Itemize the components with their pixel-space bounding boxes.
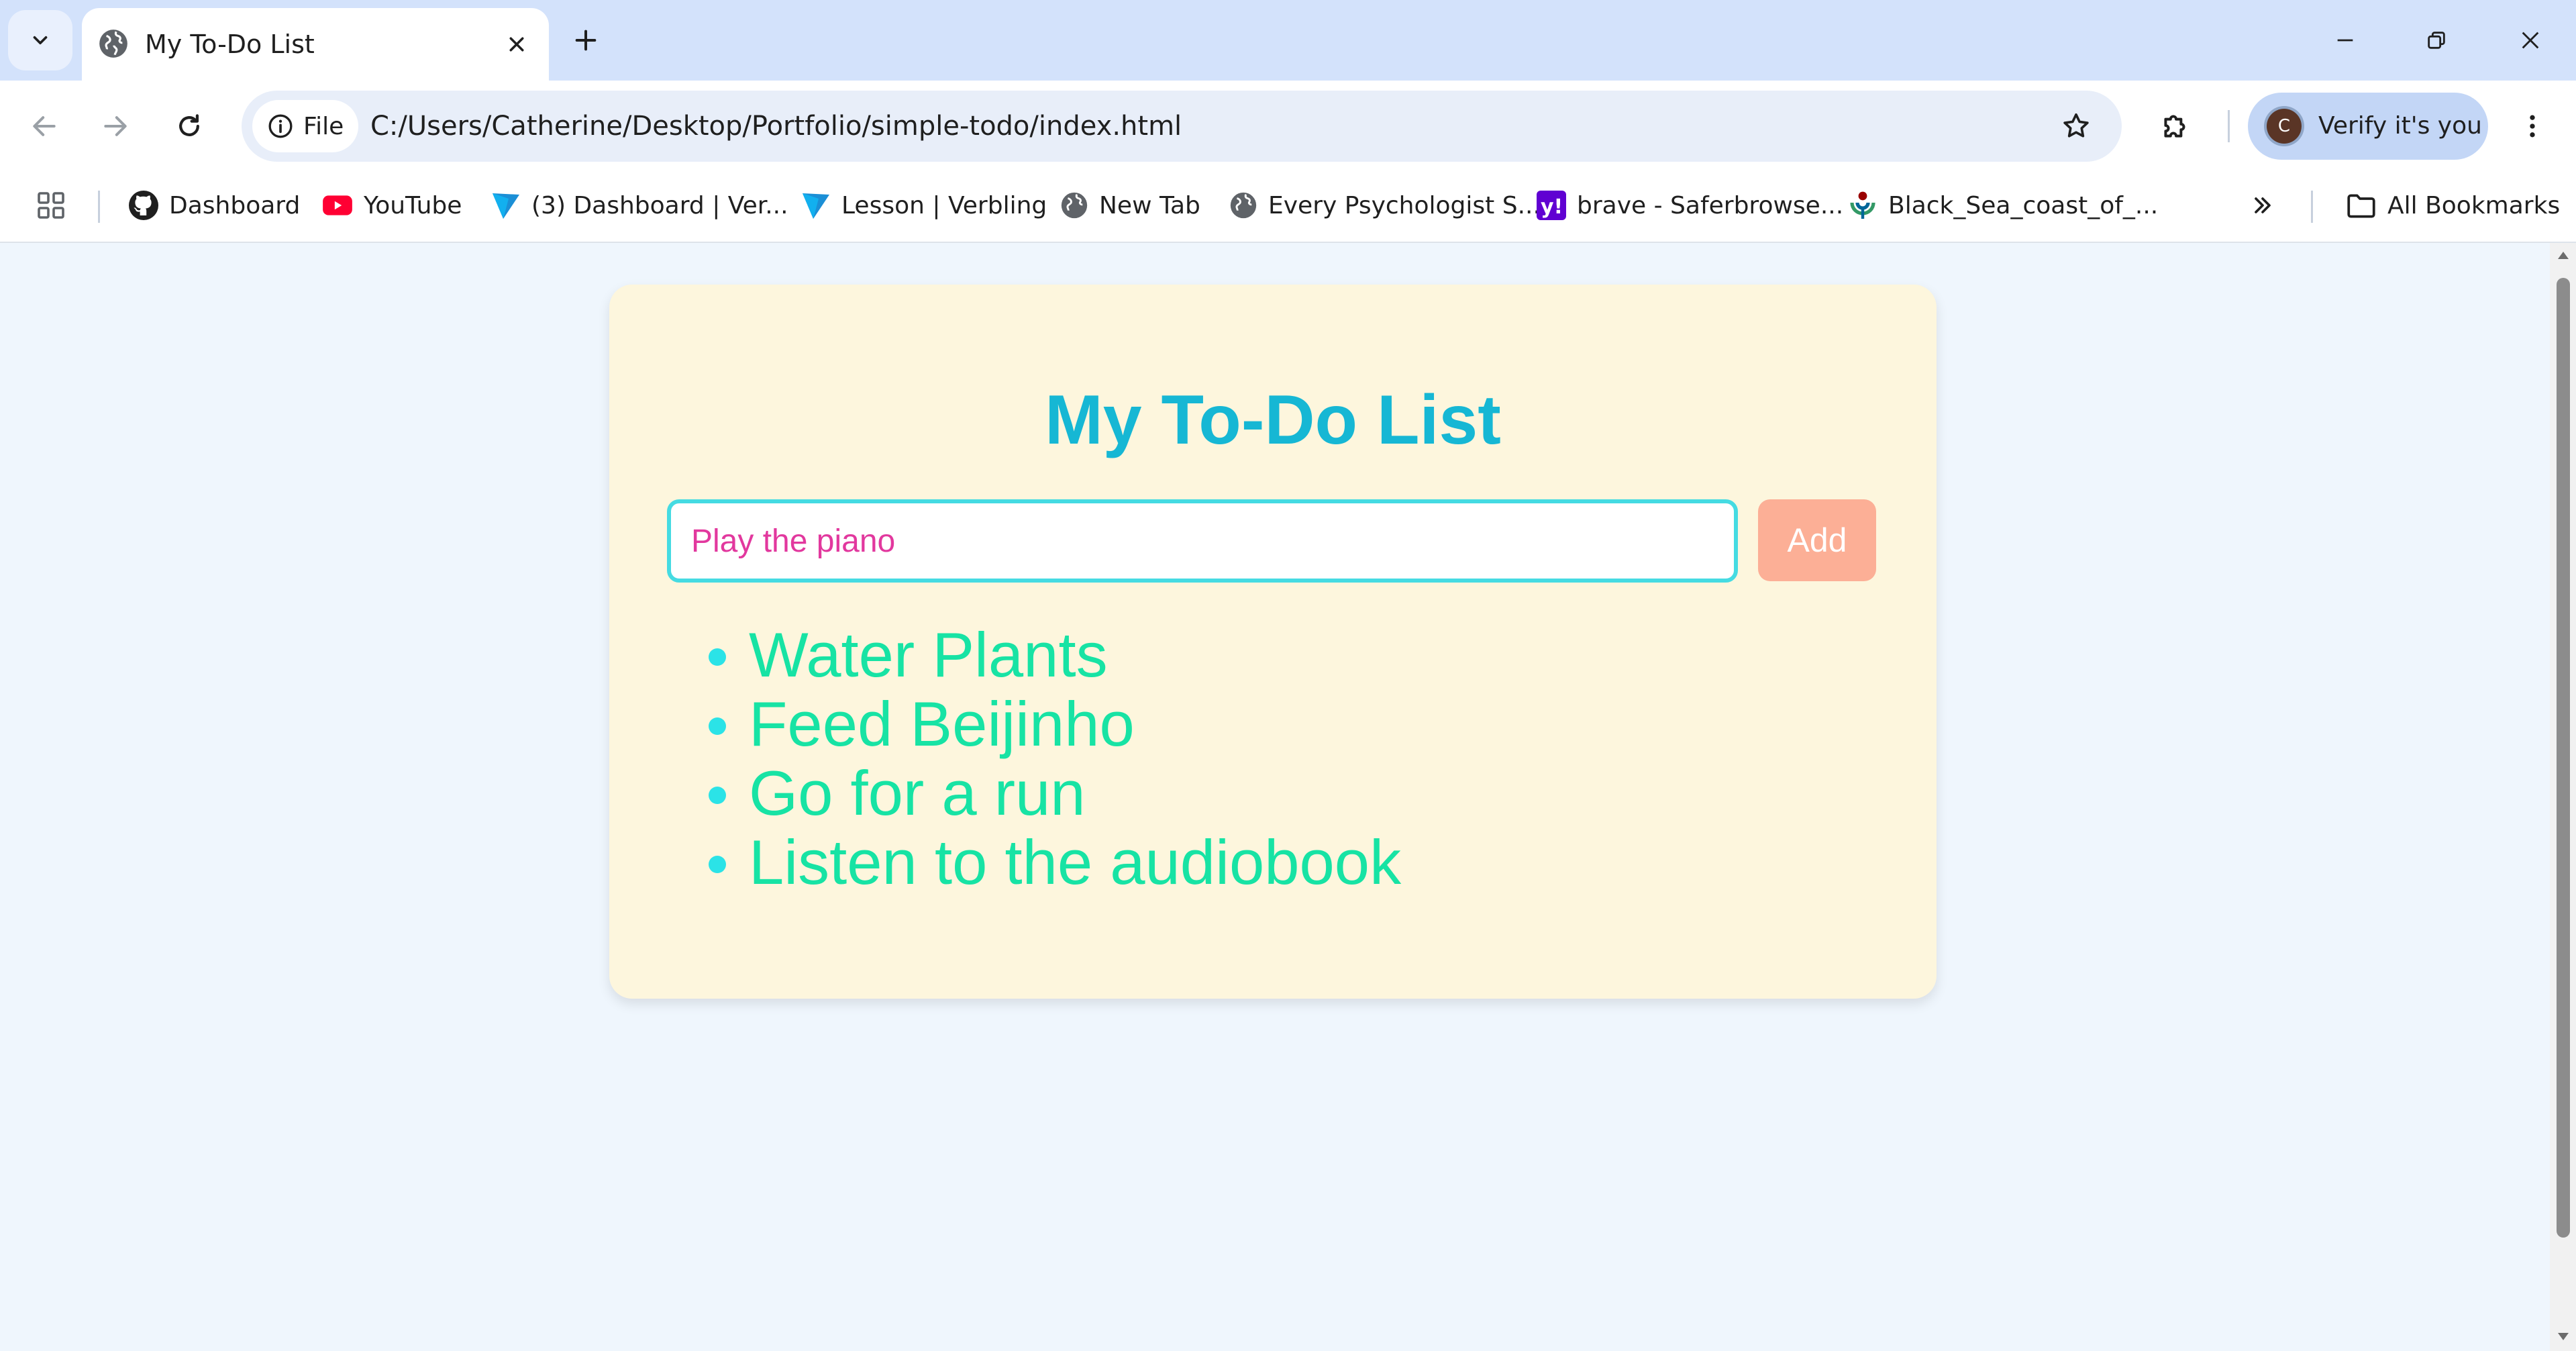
bookmark-every-psychologist[interactable]: Every Psychologist S... (1228, 172, 1541, 239)
minimize-icon (2337, 39, 2353, 42)
bookmark-label: Black_Sea_coast_of_... (1888, 191, 2159, 219)
task-input[interactable] (667, 499, 1738, 583)
arrow-left-icon (33, 116, 56, 136)
bookmarks-bar: Dashboard YouTube (3) Dashboard | Ver...… (0, 172, 2576, 243)
bookmark-dashboard[interactable]: Dashboard (127, 172, 300, 239)
task-item: Go for a run (709, 758, 1401, 828)
extensions-button[interactable] (2150, 101, 2201, 152)
globe-icon (99, 30, 127, 58)
add-task-button[interactable]: Add (1758, 499, 1876, 581)
task-item: Listen to the audiobook (709, 828, 1401, 897)
restore-icon (2428, 32, 2445, 49)
vertical-scrollbar[interactable] (2550, 243, 2576, 1351)
site-info-chip[interactable]: File (252, 100, 358, 152)
bookmark-label: (3) Dashboard | Ver... (531, 191, 788, 219)
new-tab-button[interactable] (564, 18, 608, 62)
wikimedia-icon (1850, 191, 1875, 219)
yahoo-icon: y! (1537, 191, 1566, 220)
bookmark-star-button[interactable] (2056, 106, 2096, 146)
page-title: My To-Do List (1045, 381, 1501, 459)
bookmark-label: Lesson | Verbling (841, 191, 1047, 219)
task-item: Water Plants (709, 620, 1401, 689)
globe-icon (1230, 192, 1257, 219)
forward-button[interactable] (90, 101, 141, 152)
active-tab[interactable]: My To-Do List (82, 8, 549, 81)
bookmark-label: New Tab (1099, 191, 1200, 219)
arrow-right-icon (104, 116, 127, 136)
task-item: Feed Beijinho (709, 689, 1401, 758)
task-list: Water Plants Feed Beijinho Go for a run … (709, 620, 1401, 897)
apps-button[interactable] (35, 172, 76, 239)
todo-card: My To-Do List Add Water Plants Feed Beij… (609, 285, 1937, 999)
close-window-button[interactable] (2493, 8, 2567, 72)
minimize-button[interactable] (2308, 8, 2382, 72)
toolbar-divider (2228, 110, 2230, 142)
verbling-icon (803, 193, 829, 219)
bookmarks-divider (98, 191, 100, 223)
tab-title: My To-Do List (145, 30, 315, 59)
back-button[interactable] (19, 101, 70, 152)
star-icon (2063, 113, 2089, 138)
more-bookmarks-button[interactable] (2249, 172, 2285, 239)
scroll-up-arrow-icon[interactable] (2556, 250, 2571, 262)
close-tab-button[interactable] (497, 24, 537, 64)
youtube-icon (323, 195, 352, 215)
all-bookmarks-label: All Bookmarks (2387, 191, 2561, 219)
bookmarks-divider (2311, 191, 2313, 223)
browser-menu-button[interactable] (2507, 101, 2558, 152)
verbling-icon (493, 193, 519, 219)
bookmark-label: brave - Saferbrowse... (1577, 191, 1844, 219)
close-icon (2522, 32, 2539, 49)
bookmark-label: YouTube (364, 191, 462, 219)
bookmark-youtube[interactable]: YouTube (321, 172, 462, 239)
tab-search-button[interactable] (8, 10, 72, 70)
restore-button[interactable] (2400, 8, 2473, 72)
chevron-double-right-icon (2255, 197, 2271, 213)
bookmark-label: Every Psychologist S... (1268, 191, 1541, 219)
profile-label: Verify it's you (2318, 112, 2482, 140)
page-viewport: My To-Do List Add Water Plants Feed Beij… (0, 243, 2550, 1351)
tab-strip: My To-Do List (0, 0, 2576, 81)
bookmark-brave-saferbrowse[interactable]: y! brave - Saferbrowse... (1535, 172, 1843, 239)
plus-icon (575, 30, 597, 51)
reload-button[interactable] (164, 101, 215, 152)
bookmark-label: Dashboard (169, 191, 301, 219)
puzzle-icon (2164, 115, 2185, 138)
bookmark-black-sea-coast[interactable]: Black_Sea_coast_of_... (1847, 172, 2158, 239)
scheme-label: File (303, 112, 344, 140)
svg-text:y!: y! (1541, 195, 1563, 219)
chevron-down-icon (33, 36, 48, 45)
apps-grid-icon (38, 192, 64, 219)
scroll-down-arrow-icon[interactable] (2556, 1330, 2571, 1342)
url-text[interactable]: C:/Users/Catherine/Desktop/Portfolio/sim… (370, 91, 1182, 162)
bookmark-verbling-lesson[interactable]: Lesson | Verbling (800, 172, 1047, 239)
globe-icon (1061, 192, 1088, 219)
folder-icon (2347, 194, 2375, 218)
address-bar[interactable]: File C:/Users/Catherine/Desktop/Portfoli… (242, 91, 2122, 162)
avatar: C (2267, 109, 2302, 144)
bookmark-new-tab[interactable]: New Tab (1059, 172, 1200, 239)
more-vertical-icon (2530, 115, 2535, 138)
github-icon (129, 191, 158, 220)
bookmark-verbling-dashboard[interactable]: (3) Dashboard | Ver... (490, 172, 788, 239)
info-icon (268, 114, 293, 138)
profile-button[interactable]: C Verify it's you (2248, 93, 2488, 160)
scrollbar-thumb[interactable] (2557, 278, 2570, 1238)
all-bookmarks-button[interactable]: All Bookmarks (2345, 172, 2560, 239)
reload-icon (179, 114, 199, 136)
browser-toolbar: File C:/Users/Catherine/Desktop/Portfoli… (0, 81, 2576, 172)
close-icon (509, 37, 524, 52)
